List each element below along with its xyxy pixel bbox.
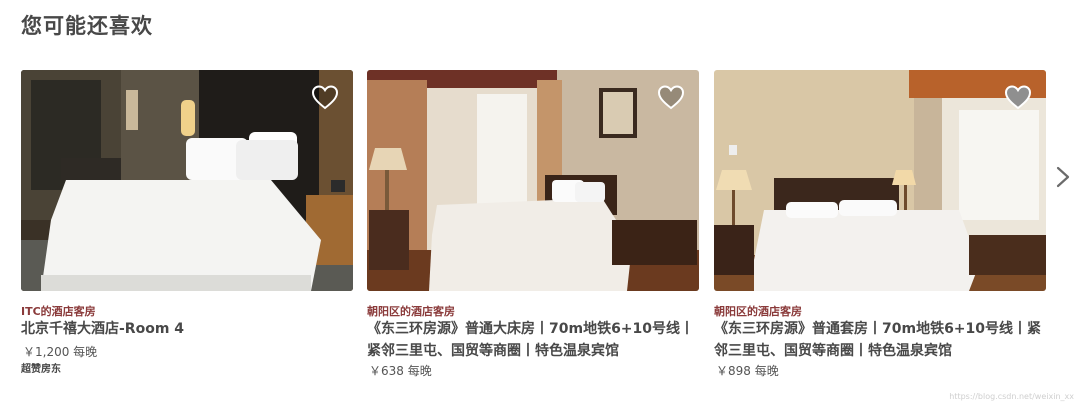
heart-filled-icon[interactable] [1004,84,1032,110]
room-photo-image [714,70,1046,291]
listing-photo[interactable] [21,70,353,291]
heart-outline-icon[interactable] [311,84,339,110]
listing-title[interactable]: 北京千禧大酒店-Room 4 [21,318,353,340]
heart-outline-icon[interactable] [657,84,685,110]
listing-card[interactable]: ITC的酒店客房 北京千禧大酒店-Room 4 ￥1,200 每晚 超赞房东 [21,70,353,375]
listing-photo[interactable] [714,70,1046,291]
listing-type-label: 朝阳区的酒店客房 [714,305,802,318]
listing-photo[interactable] [367,70,699,291]
listing-type-label: ITC的酒店客房 [21,305,96,318]
listing-price: ￥898 每晚 [716,364,779,378]
listing-price: ￥638 每晚 [369,364,432,378]
listing-type-label: 朝阳区的酒店客房 [367,305,455,318]
room-photo-image [21,70,353,291]
listing-card[interactable]: 朝阳区的酒店客房 《东三环房源》普通大床房丨70m地铁6+10号线丨紧邻三里屯、… [367,70,699,378]
chevron-right-icon[interactable] [1052,164,1074,190]
listing-card[interactable]: 朝阳区的酒店客房 《东三环房源》普通套房丨70m地铁6+10号线丨紧邻三里屯、国… [714,70,1046,378]
listing-title[interactable]: 《东三环房源》普通大床房丨70m地铁6+10号线丨紧邻三里屯、国贸等商圈丨特色温… [367,318,699,362]
section-title: 您可能还喜欢 [21,14,153,38]
superhost-badge: 超赞房东 [21,364,61,375]
listing-price: ￥1,200 每晚 [23,345,98,359]
listing-title[interactable]: 《东三环房源》普通套房丨70m地铁6+10号线丨紧邻三里屯、国贸等商圈丨特色温泉… [714,318,1046,362]
room-photo-image [367,70,699,291]
watermark-text: https://blog.csdn.net/weixin_xx [949,392,1074,401]
